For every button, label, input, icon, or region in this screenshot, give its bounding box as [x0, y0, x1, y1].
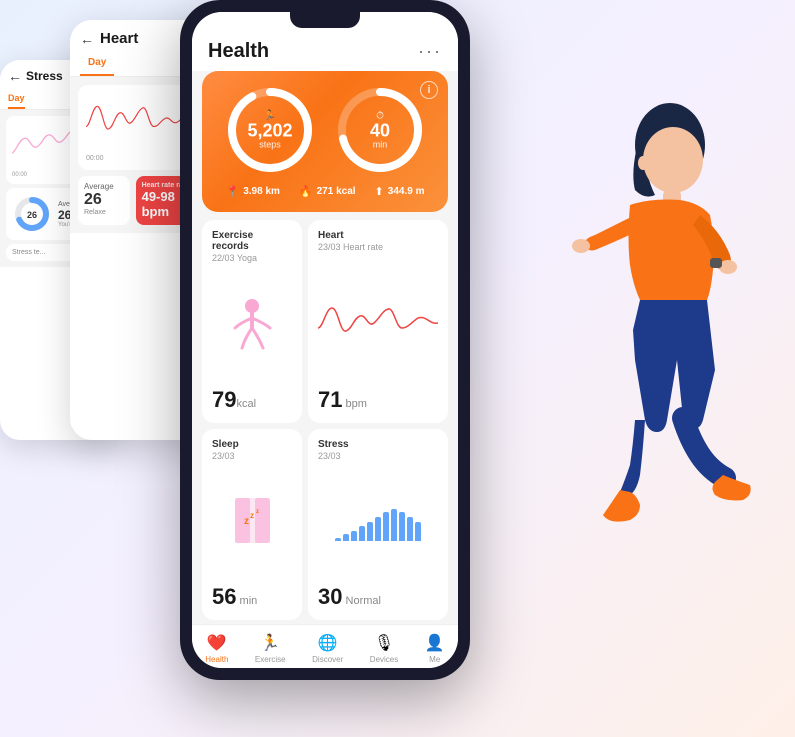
stress-phone-title: Stress — [26, 69, 63, 83]
more-options-icon[interactable]: ··· — [418, 41, 442, 62]
exercise-card-title: Exercise records — [212, 230, 292, 252]
heart-card-title: Heart — [318, 230, 438, 241]
stress-bar — [383, 512, 389, 541]
sleep-figure-icon: z z z — [230, 496, 275, 551]
stress-donut-chart: 26 — [12, 194, 52, 234]
nav-item-discover[interactable]: 🌐 Discover — [312, 633, 343, 664]
sleep-card-value: 56 min — [212, 584, 292, 610]
exercise-card-date: 22/03 Yoga — [212, 253, 292, 263]
activity-stats: 📍 3.98 km 🔥 271 kcal ⬆ 344.9 m — [216, 185, 434, 198]
stress-card-title: Stress — [318, 439, 438, 450]
stress-bar — [399, 512, 405, 541]
svg-text:z: z — [244, 516, 249, 527]
stress-bars-chart — [335, 506, 421, 541]
sleep-card-visual: z z z — [212, 467, 292, 581]
exercise-nav-icon: 🏃 — [260, 633, 280, 653]
health-nav-label: Health — [205, 655, 228, 664]
nav-item-me[interactable]: 👤 Me — [425, 633, 445, 664]
svg-text:z: z — [250, 511, 254, 520]
stress-card-value: 30 Normal — [318, 584, 438, 610]
runner-illustration — [515, 60, 775, 660]
yoga-figure-icon — [230, 298, 275, 353]
heart-card-date: 23/03 Heart rate — [318, 242, 438, 252]
me-nav-icon: 👤 — [425, 633, 445, 653]
exercise-card-visual — [212, 269, 292, 383]
heart-tab-day[interactable]: Day — [80, 53, 114, 76]
stress-bar — [407, 517, 413, 541]
heart-card-visual — [318, 258, 438, 383]
back-arrow-heart[interactable]: ← — [80, 31, 94, 47]
svg-text:z: z — [256, 509, 259, 515]
stress-bar — [335, 538, 341, 541]
heart-rate-mini-chart — [318, 303, 438, 338]
exercise-nav-label: Exercise — [255, 655, 286, 664]
steps-ring: 🏃 5,202 steps — [225, 85, 315, 175]
stress-tab-day[interactable]: Day — [8, 90, 25, 109]
exercise-card-value: 79kcal — [212, 387, 292, 413]
stress-card[interactable]: Stress 23/03 30 Normal — [308, 429, 448, 621]
stress-bar — [343, 534, 349, 540]
heart-phone-title: Heart — [100, 30, 138, 47]
bottom-navigation: ❤️ Health 🏃 Exercise 🌐 Discover 🎙 Device… — [192, 624, 458, 668]
health-nav-icon: ❤️ — [207, 633, 227, 653]
me-nav-label: Me — [429, 655, 440, 664]
exercise-card[interactable]: Exercise records 22/03 Yoga 79kcal — [202, 220, 302, 423]
back-arrow-stress[interactable]: ← — [8, 68, 22, 84]
stress-bar — [367, 522, 373, 541]
sleep-card-date: 23/03 — [212, 451, 292, 461]
heart-card-value: 71 bpm — [318, 387, 438, 413]
stress-card-date: 23/03 — [318, 451, 438, 461]
sleep-card[interactable]: Sleep 23/03 z z z 56 min — [202, 429, 302, 621]
stress-bar — [391, 509, 397, 541]
sleep-card-title: Sleep — [212, 439, 292, 450]
stress-bar — [351, 531, 357, 541]
stress-bar — [359, 526, 365, 540]
main-phone: Health ··· i 🏃 5,202 steps — [180, 0, 470, 680]
time-ring: ⏱ 40 min — [335, 85, 425, 175]
cards-grid: Exercise records 22/03 Yoga 79kcal — [192, 220, 458, 620]
stress-bar — [415, 522, 421, 541]
heart-avg-box: Average 26 Relaxe — [78, 176, 130, 225]
svg-text:26: 26 — [27, 210, 37, 220]
app-title: Health — [208, 40, 269, 63]
phone-notch — [290, 12, 360, 28]
discover-nav-label: Discover — [312, 655, 343, 664]
activity-card: i 🏃 5,202 steps — [202, 71, 448, 212]
nav-item-devices[interactable]: 🎙 Devices — [370, 633, 398, 664]
nav-item-health[interactable]: ❤️ Health — [205, 633, 228, 664]
stress-card-visual — [318, 467, 438, 581]
discover-nav-icon: 🌐 — [318, 633, 338, 653]
stress-bar — [375, 517, 381, 541]
devices-nav-label: Devices — [370, 655, 398, 664]
nav-item-exercise[interactable]: 🏃 Exercise — [255, 633, 286, 664]
devices-nav-icon: 🎙 — [374, 633, 394, 653]
heart-card[interactable]: Heart 23/03 Heart rate 71 bpm — [308, 220, 448, 423]
